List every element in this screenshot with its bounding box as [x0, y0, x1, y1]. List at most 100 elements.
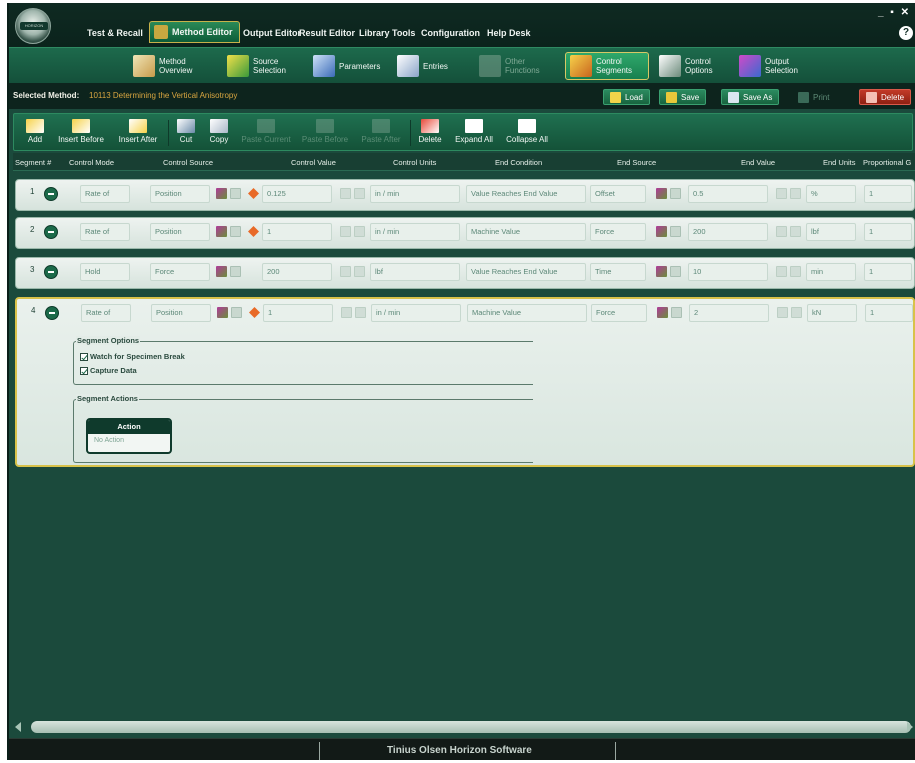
menu-result-editor[interactable]: Result Editor — [299, 25, 355, 41]
parameters-button[interactable]: Parameters — [309, 52, 384, 80]
formula-icon[interactable] — [216, 188, 227, 199]
end-source-field[interactable]: Force — [591, 304, 647, 322]
menu-help-desk[interactable]: Help Desk — [487, 25, 531, 41]
end-value-field[interactable]: 2 — [689, 304, 769, 322]
add-button[interactable]: Add — [20, 117, 50, 149]
print-button[interactable]: Print — [791, 89, 836, 105]
end-source-field[interactable]: Offset — [590, 185, 646, 203]
lock-icon[interactable] — [230, 226, 241, 237]
lock-icon[interactable] — [670, 226, 681, 237]
control-mode-field[interactable]: Rate of — [80, 185, 130, 203]
segment-row[interactable]: 3 Hold Force 200 lbf Value Reaches End V… — [15, 257, 915, 289]
end-units-field[interactable]: % — [806, 185, 856, 203]
menu-test-recall[interactable]: Test & Recall — [87, 25, 143, 41]
control-units-field[interactable]: in / min — [370, 185, 460, 203]
expand-segment-icon[interactable] — [44, 265, 58, 279]
col-control-source[interactable]: Control Source — [163, 158, 213, 167]
capture-data-checkbox[interactable]: Capture Data — [80, 366, 137, 375]
scroll-right-arrow-icon[interactable] — [907, 722, 913, 732]
lock-icon[interactable] — [230, 188, 241, 199]
control-value-field[interactable]: 200 — [262, 263, 332, 281]
control-mode-field[interactable]: Rate of — [80, 223, 130, 241]
control-source-field[interactable]: Position — [150, 223, 210, 241]
save-button[interactable]: Save — [659, 89, 707, 105]
control-value-field[interactable]: 1 — [262, 223, 332, 241]
insert-before-button[interactable]: Insert Before — [54, 117, 108, 149]
entries-button[interactable]: Entries — [393, 52, 452, 80]
lock-icon[interactable] — [670, 188, 681, 199]
control-options-button[interactable]: Control Options — [655, 52, 737, 80]
control-value-field[interactable]: 1 — [263, 304, 333, 322]
control-units-field[interactable]: in / min — [371, 304, 461, 322]
formula-icon[interactable] — [216, 226, 227, 237]
end-source-field[interactable]: Force — [590, 223, 646, 241]
control-source-field[interactable]: Position — [150, 185, 210, 203]
end-units-field[interactable]: kN — [807, 304, 857, 322]
col-control-units[interactable]: Control Units — [393, 158, 436, 167]
end-condition-field[interactable]: Machine Value — [466, 223, 586, 241]
help-icon[interactable]: ? — [899, 26, 913, 40]
menu-library-tools[interactable]: Library Tools — [359, 25, 415, 41]
collapse-segment-icon[interactable] — [45, 306, 59, 320]
variable-pin-icon[interactable] — [248, 226, 259, 237]
end-value-field[interactable]: 200 — [688, 223, 768, 241]
action-list[interactable]: Action No Action — [86, 418, 172, 454]
window-controls[interactable]: _ ▪ ✕ — [878, 7, 911, 18]
expand-all-button[interactable]: Expand All — [450, 117, 498, 149]
method-overview-button[interactable]: Method Overview — [129, 52, 211, 80]
lock-icon[interactable] — [230, 266, 241, 277]
variable-pin-icon[interactable] — [249, 307, 260, 318]
lock-icon[interactable] — [671, 307, 682, 318]
formula-icon[interactable] — [657, 307, 668, 318]
proportional-gain-field[interactable]: 1 — [864, 263, 912, 281]
control-source-field[interactable]: Force — [150, 263, 210, 281]
menu-output-editor[interactable]: Output Editor — [243, 25, 301, 41]
formula-icon[interactable] — [656, 266, 667, 277]
delete-method-button[interactable]: Delete — [859, 89, 912, 105]
end-condition-field[interactable]: Value Reaches End Value — [466, 263, 586, 281]
end-value-field[interactable]: 0.5 — [688, 185, 768, 203]
save-as-button[interactable]: Save As — [721, 89, 780, 105]
col-control-value[interactable]: Control Value — [291, 158, 336, 167]
menu-configuration[interactable]: Configuration — [421, 25, 480, 41]
control-mode-field[interactable]: Hold — [80, 263, 130, 281]
expand-segment-icon[interactable] — [44, 225, 58, 239]
other-functions-button[interactable]: Other Functions — [475, 52, 557, 80]
col-proportional-gain[interactable]: Proportional G — [863, 158, 911, 167]
end-value-field[interactable]: 10 — [688, 263, 768, 281]
proportional-gain-field[interactable]: 1 — [865, 304, 913, 322]
col-control-mode[interactable]: Control Mode — [69, 158, 114, 167]
scroll-left-arrow-icon[interactable] — [15, 722, 21, 732]
app-logo[interactable]: HORIZON — [15, 8, 51, 44]
insert-after-button[interactable]: Insert After — [112, 117, 164, 149]
formula-icon[interactable] — [656, 188, 667, 199]
delete-segment-button[interactable]: Delete — [414, 117, 446, 149]
segment-row[interactable]: 2 Rate of Position 1 in / min Machine Va… — [15, 217, 915, 249]
load-button[interactable]: Load — [603, 89, 650, 105]
horizontal-scrollbar[interactable] — [31, 721, 911, 733]
control-mode-field[interactable]: Rate of — [81, 304, 131, 322]
watch-break-checkbox[interactable]: Watch for Specimen Break — [80, 352, 185, 361]
end-units-field[interactable]: min — [806, 263, 856, 281]
variable-pin-icon[interactable] — [248, 188, 259, 199]
end-source-field[interactable]: Time — [590, 263, 646, 281]
lock-icon[interactable] — [670, 266, 681, 277]
formula-icon[interactable] — [217, 307, 228, 318]
lock-icon[interactable] — [231, 307, 242, 318]
segment-row[interactable]: 1 Rate of Position 0.125 in / min Value … — [15, 179, 915, 211]
proportional-gain-field[interactable]: 1 — [864, 223, 912, 241]
paste-before-button[interactable]: Paste Before — [298, 117, 352, 149]
col-end-condition[interactable]: End Condition — [495, 158, 542, 167]
control-units-field[interactable]: in / min — [370, 223, 460, 241]
end-units-field[interactable]: lbf — [806, 223, 856, 241]
collapse-all-button[interactable]: Collapse All — [502, 117, 552, 149]
col-end-units[interactable]: End Units — [823, 158, 856, 167]
paste-after-button[interactable]: Paste After — [356, 117, 406, 149]
col-end-source[interactable]: End Source — [617, 158, 656, 167]
col-segment-number[interactable]: Segment # — [15, 158, 51, 167]
cut-button[interactable]: Cut — [172, 117, 200, 149]
output-selection-button[interactable]: Output Selection — [735, 52, 817, 80]
end-condition-field[interactable]: Value Reaches End Value — [466, 185, 586, 203]
control-value-field[interactable]: 0.125 — [262, 185, 332, 203]
menu-method-editor[interactable]: Method Editor — [149, 21, 240, 43]
